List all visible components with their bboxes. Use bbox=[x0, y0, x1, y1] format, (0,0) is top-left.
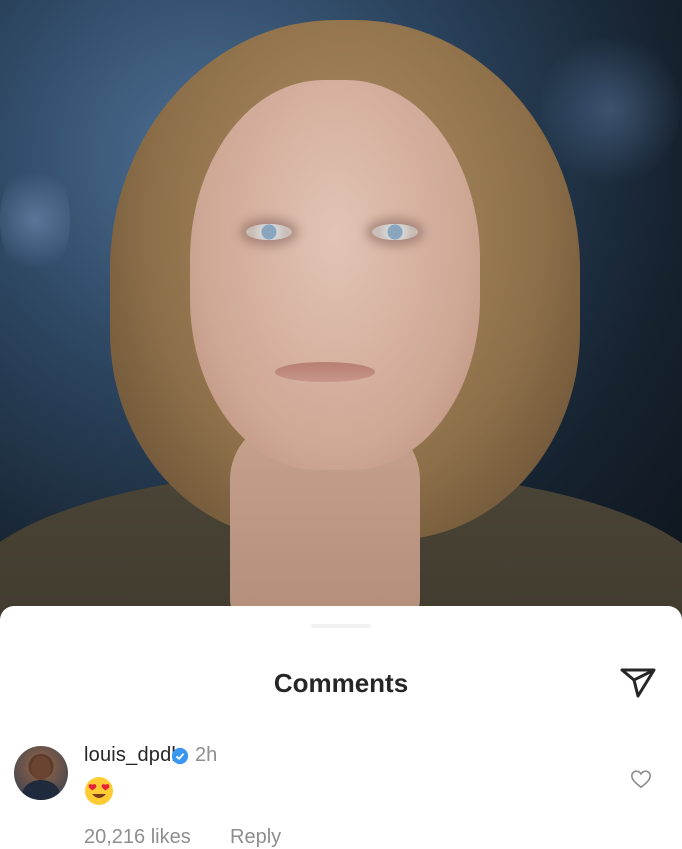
post-photo bbox=[0, 0, 682, 620]
comment-item: louis_dpdl 2h 20,216 likes Reply bbox=[14, 744, 668, 848]
photo-face bbox=[190, 80, 480, 470]
paper-plane-icon bbox=[620, 668, 656, 698]
avatar[interactable] bbox=[14, 746, 68, 800]
comment-time: 2h bbox=[195, 744, 218, 766]
send-button[interactable] bbox=[618, 662, 658, 702]
photo-eye-right bbox=[372, 224, 418, 240]
sheet-title: Comments bbox=[273, 668, 409, 698]
heart-eyes-emoji-icon bbox=[85, 777, 113, 805]
comment-username[interactable]: louis_dpdl bbox=[84, 744, 176, 767]
heart-outline-icon bbox=[631, 770, 651, 789]
photo-bokeh-left bbox=[0, 160, 70, 280]
comments-sheet: Comments louis_dpdl 2h 20,216 likes Repl… bbox=[0, 606, 682, 848]
drag-handle[interactable] bbox=[311, 624, 371, 628]
verified-badge-icon bbox=[171, 747, 189, 765]
photo-eye-left bbox=[246, 224, 292, 240]
avatar-body bbox=[22, 780, 60, 800]
like-button[interactable] bbox=[630, 768, 652, 790]
avatar-head bbox=[31, 756, 51, 780]
photo-mouth bbox=[275, 362, 375, 382]
photo-bokeh-right bbox=[540, 30, 680, 190]
